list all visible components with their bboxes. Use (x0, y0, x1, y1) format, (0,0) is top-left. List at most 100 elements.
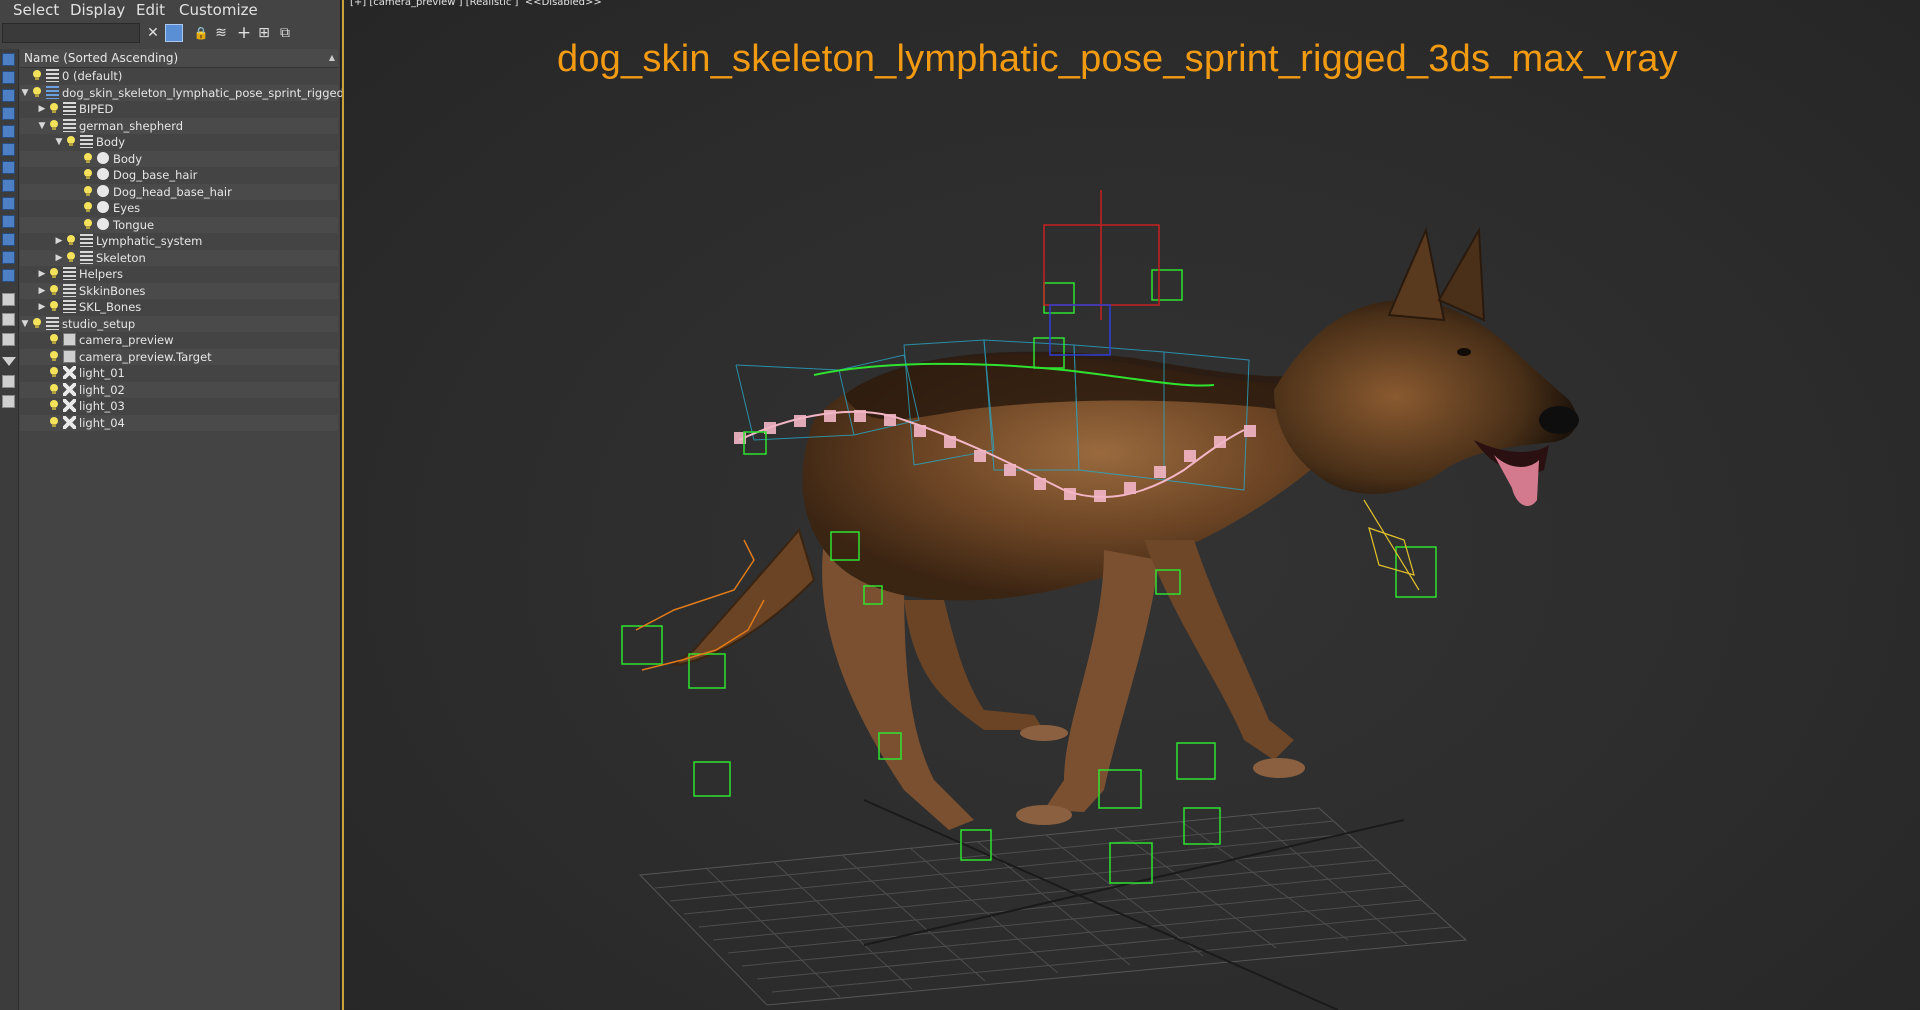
visibility-bulb-icon[interactable] (50, 350, 58, 362)
display-geometry-icon[interactable] (2, 71, 15, 84)
tree-row-label: dog_skin_skeleton_lymphatic_pose_sprint_… (62, 85, 344, 100)
visibility-bulb-icon[interactable] (50, 103, 58, 114)
hierarchy-icon[interactable]: ⊞ (255, 24, 273, 42)
layer-icon (46, 316, 59, 330)
collapsed-arrow-icon[interactable]: ▶ (37, 266, 47, 282)
display-lights-icon[interactable] (2, 107, 15, 120)
tree-row[interactable]: camera_preview (20, 332, 338, 348)
display-xrefs-icon[interactable] (2, 197, 15, 210)
visibility-bulb-icon[interactable] (50, 383, 58, 395)
tree-row[interactable]: ▶ SkkinBones (20, 282, 338, 299)
tree-row[interactable]: ▶ BIPED (20, 101, 338, 117)
expanded-arrow-icon[interactable]: ▼ (20, 85, 30, 101)
display-shapes-icon[interactable] (2, 89, 15, 102)
display-containers-icon[interactable] (2, 233, 15, 246)
collapsed-arrow-icon[interactable]: ▶ (54, 233, 64, 249)
tree-row[interactable]: ▼ Body (20, 134, 338, 150)
display-none-all-icon[interactable] (2, 313, 15, 326)
menu-customize[interactable]: Customize (179, 0, 258, 20)
expanded-arrow-icon[interactable]: ▼ (20, 316, 30, 332)
visibility-bulb-icon[interactable] (84, 169, 92, 180)
visibility-bulb-icon[interactable] (50, 268, 58, 279)
tree-row[interactable]: ▼ dog_skin_skeleton_lymphatic_pose_sprint… (20, 84, 344, 101)
camera-icon (63, 333, 76, 346)
layer-icon (63, 102, 76, 115)
display-cameras-icon[interactable] (2, 125, 15, 138)
layer-add-icon[interactable]: ≋ (212, 24, 230, 42)
link-icon[interactable]: ⧉ (276, 24, 294, 42)
display-helpers-icon[interactable] (2, 143, 15, 156)
menu-select[interactable]: Select (13, 0, 59, 20)
tree-row[interactable]: Tongue (20, 216, 338, 233)
column-header-label: Name (Sorted Ascending) (24, 51, 179, 65)
name-column-header[interactable]: Name (Sorted Ascending) ▲ (20, 49, 338, 68)
tree-row[interactable]: Dog_head_base_hair (20, 183, 338, 200)
tree-row[interactable]: Dog_base_hair (20, 167, 338, 183)
search-input[interactable] (2, 23, 140, 43)
tree-row[interactable]: ▼ studio_setup (20, 315, 338, 332)
mesh-icon (97, 151, 109, 164)
explorer-menubar: Select Display Edit Customize (0, 0, 340, 20)
tree-row[interactable]: light_02 (20, 381, 338, 398)
menu-edit[interactable]: Edit (136, 0, 165, 20)
tree-row[interactable]: ▶ Helpers (20, 266, 338, 282)
sync-selection-icon[interactable] (2, 375, 15, 388)
visibility-bulb-icon[interactable] (67, 251, 75, 263)
tree-row[interactable]: ▼ german_shepherd (20, 117, 338, 134)
visibility-bulb-icon[interactable] (84, 218, 92, 230)
collapsed-arrow-icon[interactable]: ▶ (54, 250, 64, 266)
visibility-bulb-icon[interactable] (50, 367, 58, 378)
visibility-bulb-icon[interactable] (50, 416, 58, 428)
tree-row[interactable]: light_01 (20, 365, 338, 381)
tree-row[interactable]: camera_preview.Target (20, 348, 338, 365)
display-hidden-icon[interactable] (2, 269, 15, 282)
visibility-bulb-icon[interactable] (50, 400, 58, 411)
visibility-bulb-icon[interactable] (33, 317, 41, 329)
plus-icon[interactable]: + (235, 24, 253, 42)
tree-row[interactable]: light_03 (20, 398, 338, 414)
collapsed-arrow-icon[interactable]: ▶ (37, 101, 47, 117)
visibility-bulb-icon[interactable] (67, 235, 75, 246)
expanded-arrow-icon[interactable]: ▼ (37, 118, 47, 134)
filter-icon[interactable] (165, 24, 183, 42)
tree-row[interactable]: Eyes (20, 200, 338, 216)
display-none-icon[interactable] (2, 53, 15, 66)
tree-row[interactable]: ▶ SKL_Bones (20, 299, 338, 315)
collapsed-arrow-icon[interactable]: ▶ (37, 283, 47, 299)
collapse-all-icon[interactable] (2, 395, 15, 408)
expanded-arrow-icon[interactable]: ▼ (54, 134, 64, 150)
visibility-bulb-icon[interactable] (50, 334, 58, 345)
display-groups-icon[interactable] (2, 179, 15, 192)
display-invert-icon[interactable] (2, 333, 15, 346)
display-all-icon[interactable] (2, 293, 15, 306)
lock-icon[interactable]: 🔒 (192, 24, 210, 42)
mesh-icon (97, 217, 109, 230)
camera-viewport[interactable]: [+] [camera_preview ] [Realistic ] <<Dis… (342, 0, 1920, 1010)
tree-row[interactable]: light_04 (20, 414, 338, 431)
menu-display[interactable]: Display (70, 0, 125, 20)
display-bones-icon[interactable] (2, 215, 15, 228)
display-frozen-icon[interactable] (2, 251, 15, 264)
light-icon (63, 415, 76, 429)
visibility-bulb-icon[interactable] (50, 284, 58, 296)
tree-row[interactable]: ▶ Skeleton (20, 249, 338, 266)
german-shepherd-model[interactable] (670, 226, 1579, 830)
clear-icon[interactable]: ✕ (144, 24, 162, 42)
visibility-bulb-icon[interactable] (33, 86, 41, 98)
tree-row[interactable]: Body (20, 150, 338, 167)
scene-explorer-panel: Select Display Edit Customize ✕ 🔒 ≋ + ⊞ … (0, 0, 344, 1010)
visibility-bulb-icon[interactable] (84, 152, 92, 164)
display-spacewarps-icon[interactable] (2, 161, 15, 174)
visibility-bulb-icon[interactable] (50, 301, 58, 312)
tree-row-label: light_01 (79, 366, 125, 380)
tree-row[interactable]: 0 (default) (20, 68, 338, 84)
visibility-bulb-icon[interactable] (67, 136, 75, 147)
tree-row[interactable]: ▶ Lymphatic_system (20, 233, 338, 249)
visibility-bulb-icon[interactable] (84, 202, 92, 213)
filter-funnel-icon[interactable] (2, 357, 16, 366)
collapsed-arrow-icon[interactable]: ▶ (37, 299, 47, 315)
visibility-bulb-icon[interactable] (84, 185, 92, 197)
mesh-icon (97, 168, 109, 180)
visibility-bulb-icon[interactable] (33, 70, 41, 81)
visibility-bulb-icon[interactable] (50, 119, 58, 131)
